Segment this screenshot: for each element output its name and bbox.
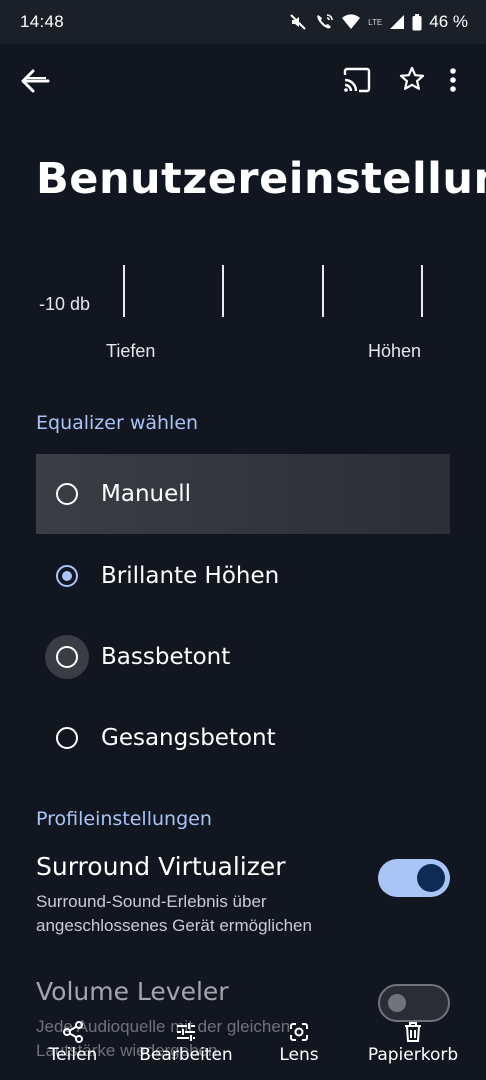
eq-band-slider[interactable] [421, 265, 423, 317]
page-title: Benutzereinstellungen [36, 154, 486, 204]
setting-description: Surround-Sound-Erlebnis über angeschloss… [36, 892, 312, 935]
radio-option-manuell[interactable]: Manuell [36, 454, 450, 534]
eq-low-label: Tiefen [106, 341, 156, 361]
setting-title: Surround Virtualizer [36, 852, 286, 881]
screen: 14:48 LTE 46 % Benutzereinstellu -10 db … [0, 0, 486, 1080]
tune-icon [136, 1020, 236, 1044]
battery-percent: 46 % [429, 12, 468, 31]
toggle-knob [417, 864, 445, 892]
status-icons: LTE 46 % [289, 12, 468, 32]
status-bar: 14:48 LTE 46 % [0, 0, 486, 44]
eq-band-slider[interactable] [322, 265, 324, 317]
equalizer-section-header: Equalizer wählen [36, 412, 199, 434]
action-label: Teilen [48, 1045, 98, 1065]
setting-title: Volume Leveler [36, 977, 229, 1006]
radio-option-bassbetont[interactable]: Bassbetont [36, 617, 450, 697]
more-vert-icon[interactable] [444, 65, 462, 95]
mute-icon [289, 13, 307, 31]
action-label: Bearbeiten [139, 1045, 233, 1065]
eq-high-label: Höhen [368, 341, 422, 361]
radio-label: Bassbetont [101, 644, 231, 670]
toggle-knob [388, 994, 406, 1012]
back-arrow-icon[interactable] [18, 66, 52, 96]
radio-option-brillante-hoehen[interactable]: Brillante Höhen [36, 536, 450, 616]
radio-label: Brillante Höhen [101, 563, 280, 589]
eq-db-label: -10 db [39, 294, 91, 314]
eq-band-slider[interactable] [123, 265, 125, 317]
volume-toggle-switch[interactable] [378, 984, 450, 1022]
signal-icon [389, 14, 405, 30]
star-icon[interactable] [398, 65, 426, 93]
trash-button[interactable]: Papierkorb [364, 1020, 462, 1065]
status-time: 14:48 [20, 12, 65, 31]
top-app-bar [0, 50, 486, 110]
radio-button[interactable] [56, 727, 78, 749]
edit-button[interactable]: Bearbeiten [136, 1020, 236, 1065]
radio-label: Gesangsbetont [101, 725, 276, 751]
profile-section-header: Profileinstellungen [36, 808, 212, 830]
trash-icon [364, 1020, 462, 1044]
radio-button[interactable] [56, 483, 78, 505]
surround-toggle-switch[interactable] [378, 859, 450, 897]
wifi-icon [341, 13, 361, 31]
lens-button[interactable]: Lens [276, 1020, 322, 1065]
wifi-calling-icon [314, 13, 334, 31]
action-label: Papierkorb [367, 1045, 459, 1065]
radio-button[interactable] [56, 646, 78, 668]
eq-band-slider[interactable] [222, 265, 224, 317]
lte-label: LTE [368, 17, 383, 27]
bottom-action-bar: Teilen Bearbeiten Lens Papierkorb [0, 1020, 486, 1080]
lens-icon [276, 1020, 322, 1044]
battery-icon [412, 13, 422, 31]
share-icon [44, 1020, 102, 1044]
radio-button-selected[interactable] [56, 565, 78, 587]
radio-option-gesangsbetont[interactable]: Gesangsbetont [36, 698, 450, 778]
radio-label: Manuell [101, 481, 192, 507]
cast-icon[interactable] [342, 66, 372, 94]
action-label: Lens [279, 1045, 319, 1065]
share-button[interactable]: Teilen [44, 1020, 102, 1065]
